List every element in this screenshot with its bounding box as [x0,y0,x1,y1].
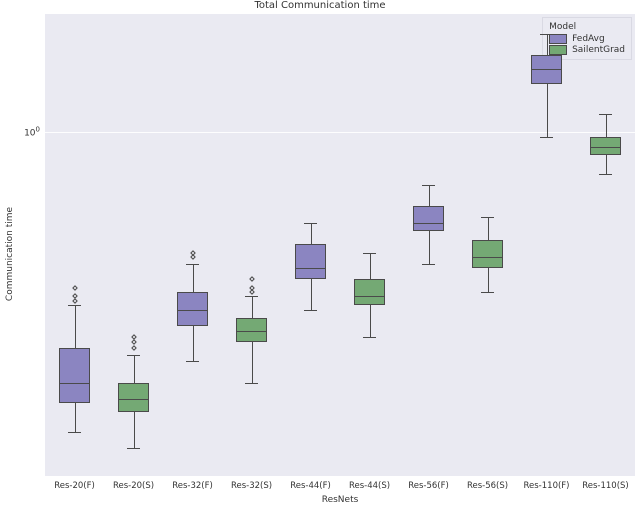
median-line [354,296,385,297]
median-line [531,69,562,70]
whisker-cap [481,217,495,218]
median-line [472,257,503,258]
whisker [134,412,135,448]
whisker [311,223,312,244]
box [295,244,326,280]
whisker [547,84,548,137]
whisker [370,305,371,336]
whisker-cap [363,337,377,338]
box [354,279,385,305]
whisker [606,155,607,175]
legend-item-fedavg: FedAvg [549,34,625,44]
whisker [252,296,253,317]
whisker-cap [186,264,200,265]
legend: Model FedAvg SailentGrad [542,17,632,60]
median-line [413,223,444,224]
box [177,292,208,326]
whisker-cap [363,253,377,254]
whisker [193,326,194,362]
whisker-cap [481,292,495,293]
xtick: Res-32(S) [231,481,272,491]
whisker-cap [127,355,141,356]
xtick: Res-44(F) [290,481,331,491]
legend-label-sailentgrad: SailentGrad [572,45,625,55]
ytick-1e0: 100 [24,126,40,139]
outlier [131,340,137,346]
xtick: Res-44(S) [349,481,390,491]
xtick: Res-110(F) [524,481,570,491]
xtick: Res-32(F) [172,481,213,491]
whisker [252,342,253,382]
whisker-cap [127,448,141,449]
box [59,348,90,403]
figure: Total Communication time Communication t… [0,0,640,507]
whisker-cap [304,223,318,224]
whisker [75,403,76,431]
outlier [249,285,255,291]
whisker-cap [422,185,436,186]
outlier [131,346,137,352]
box [472,240,503,267]
whisker [606,114,607,137]
median-line [59,383,90,384]
median-line [177,310,208,311]
median-line [118,399,149,400]
whisker [75,305,76,348]
legend-item-sailentgrad: SailentGrad [549,45,625,55]
median-line [236,331,267,332]
box [590,137,621,154]
whisker [429,185,430,206]
xtick: Res-56(S) [467,481,508,491]
xtick: Res-56(F) [408,481,449,491]
whisker-cap [540,34,554,35]
plot-area: Model FedAvg SailentGrad [45,14,635,476]
y-axis-label: Communication time [5,206,15,300]
whisker [488,268,489,292]
xtick: Res-110(S) [582,481,629,491]
whisker [488,217,489,240]
whisker-cap [304,310,318,311]
whisker-cap [245,383,259,384]
whisker [193,264,194,292]
legend-swatch-sailentgrad [549,45,567,55]
whisker-cap [599,174,613,175]
outlier [131,334,137,340]
whisker-cap [68,432,82,433]
legend-swatch-fedavg [549,34,567,44]
legend-label-fedavg: FedAvg [572,34,605,44]
median-line [590,147,621,148]
whisker [134,355,135,383]
whisker-cap [68,305,82,306]
legend-title: Model [549,22,625,32]
whisker [547,34,548,55]
whisker-cap [599,114,613,115]
outlier [72,285,78,291]
x-axis-label: ResNets [45,495,635,505]
whisker [370,253,371,279]
whisker-cap [245,296,259,297]
whisker-cap [186,361,200,362]
outlier [249,277,255,283]
box [413,206,444,231]
xtick: Res-20(F) [54,481,95,491]
outlier [72,293,78,299]
whisker-cap [540,137,554,138]
whisker-cap [422,264,436,265]
whisker [429,231,430,264]
whisker [311,279,312,310]
box [118,383,149,412]
chart-title: Total Communication time [0,0,640,11]
y-axis-label-wrap: Communication time [4,0,16,507]
xtick: Res-20(S) [113,481,154,491]
median-line [295,268,326,269]
